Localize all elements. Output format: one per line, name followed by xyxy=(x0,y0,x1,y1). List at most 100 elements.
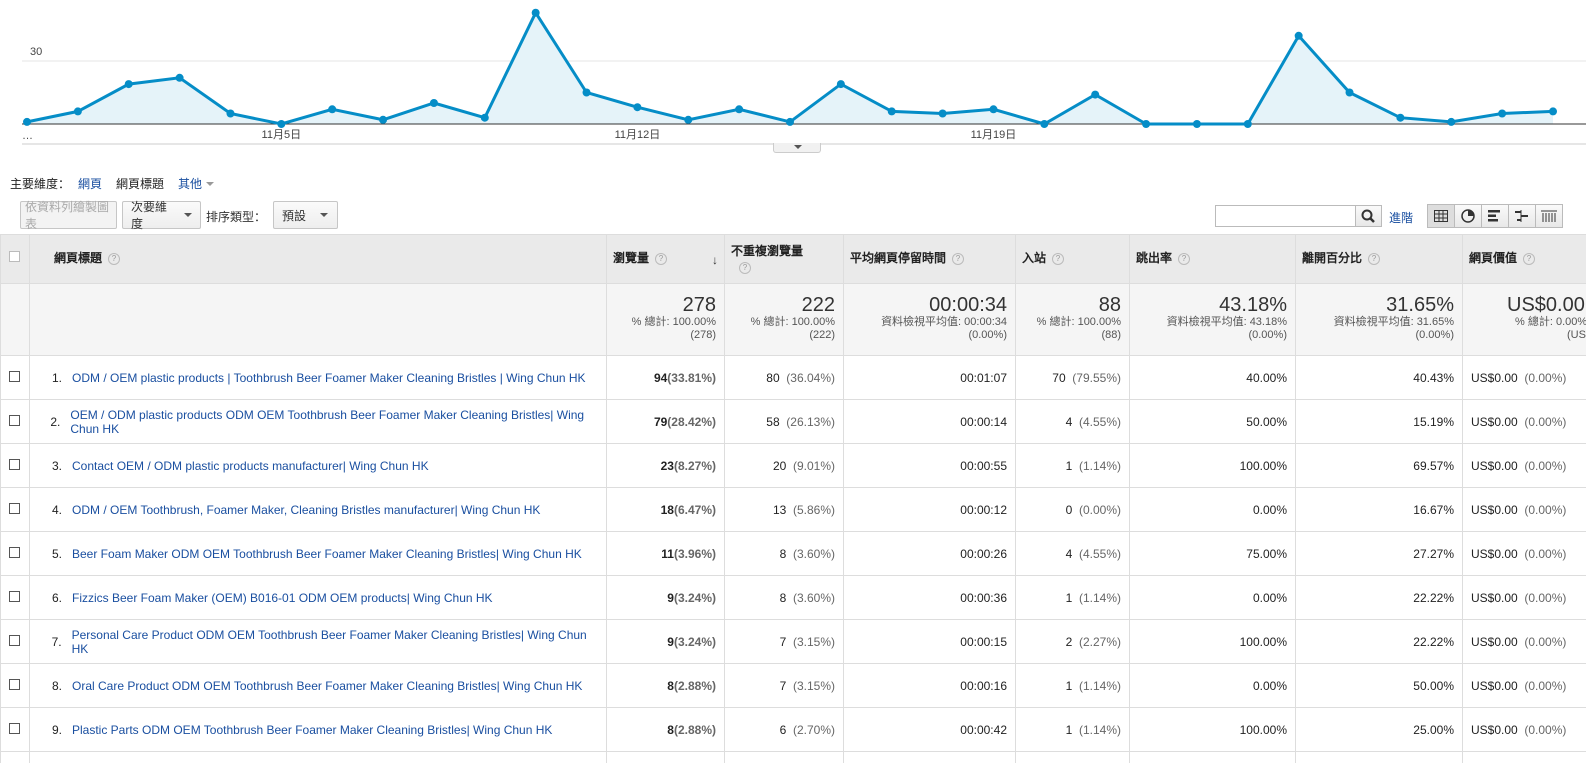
page-title-link[interactable]: Fizzics Beer Foam Maker (OEM) B016-01 OD… xyxy=(72,591,493,605)
row-checkbox[interactable] xyxy=(9,414,20,426)
data-point[interactable] xyxy=(480,113,489,122)
help-icon[interactable]: ? xyxy=(1178,252,1191,265)
col-header-exit-rate[interactable]: 離開百分比? xyxy=(1295,234,1463,284)
dimension-option-page[interactable]: 網頁 xyxy=(78,175,102,192)
row-avg-time: 00:00:42 xyxy=(843,707,1016,752)
row-checkbox[interactable] xyxy=(9,590,20,602)
row-checkbox[interactable] xyxy=(9,634,20,646)
page-title-link[interactable]: Oral Care Product ODM OEM Toothbrush Bee… xyxy=(72,679,582,693)
view-table-button[interactable] xyxy=(1427,204,1455,228)
data-point[interactable] xyxy=(124,80,133,89)
unique-pageviews-value: 13 xyxy=(772,502,787,517)
help-icon[interactable]: ? xyxy=(952,252,965,265)
view-pie-button[interactable] xyxy=(1454,204,1482,228)
data-point[interactable] xyxy=(1192,120,1201,128)
help-icon[interactable]: ? xyxy=(1368,252,1381,265)
data-point[interactable] xyxy=(786,117,794,126)
table-search-input[interactable] xyxy=(1215,205,1356,227)
help-icon[interactable]: ? xyxy=(1052,252,1065,265)
data-point[interactable] xyxy=(429,99,438,107)
data-point[interactable] xyxy=(1447,117,1456,126)
data-point[interactable] xyxy=(277,120,286,128)
data-point[interactable] xyxy=(73,107,82,116)
col-header-bounce-rate[interactable]: 跳出率? xyxy=(1129,234,1296,284)
data-point[interactable] xyxy=(1142,120,1151,128)
col-header-page-title[interactable]: 網頁標題? xyxy=(29,234,607,284)
data-point[interactable] xyxy=(531,8,540,17)
total-value: 88 xyxy=(1098,294,1121,316)
row-checkbox[interactable] xyxy=(9,722,20,734)
row-index: 2. xyxy=(50,414,61,429)
entrances-value: 4 xyxy=(1065,546,1073,561)
page-title-link[interactable]: Personal Care Product ODM OEM Toothbrush… xyxy=(72,628,598,656)
row-index: 6. xyxy=(51,590,62,605)
data-point[interactable] xyxy=(938,109,947,118)
entrances-value: 1 xyxy=(1065,458,1073,473)
page-title-link[interactable]: Plastic Parts ODM OEM Toothbrush Beer Fo… xyxy=(72,723,552,737)
view-bar-button[interactable] xyxy=(1481,204,1509,228)
total-sub: (0.00%) xyxy=(1248,329,1287,341)
col-header-avg-time[interactable]: 平均網頁停留時間? xyxy=(843,234,1016,284)
chart-collapse-toggle[interactable] xyxy=(773,143,821,153)
data-point[interactable] xyxy=(175,73,184,82)
pageviews-percent: (3.24%) xyxy=(673,590,716,605)
total-bounce-rate: 43.18% 資料檢視平均值: 43.18% (0.00%) xyxy=(1129,283,1296,356)
data-point[interactable] xyxy=(836,80,845,89)
advanced-filter-link[interactable]: 進階 xyxy=(1389,209,1413,226)
data-point[interactable] xyxy=(1243,120,1252,128)
row-checkbox[interactable] xyxy=(9,546,20,558)
unique-pageviews-percent: (5.86%) xyxy=(792,502,835,517)
secondary-dimension-button[interactable]: 次要維度 xyxy=(122,200,201,231)
page-title-link[interactable]: OEM / ODM plastic products ODM OEM Tooth… xyxy=(70,408,598,436)
data-point[interactable] xyxy=(379,115,388,124)
data-point[interactable] xyxy=(684,115,693,124)
pageviews-percent: (2.88%) xyxy=(673,678,716,693)
help-icon[interactable]: ? xyxy=(108,252,121,265)
page-title-link[interactable]: Contact OEM / ODM plastic products manuf… xyxy=(72,459,429,473)
data-point[interactable] xyxy=(1040,120,1049,128)
data-point[interactable] xyxy=(1549,107,1557,116)
select-all-checkbox[interactable] xyxy=(9,251,20,262)
dimension-more-dropdown[interactable]: 其他 xyxy=(178,175,215,192)
page-title-link[interactable]: ODM / OEM plastic products | Toothbrush … xyxy=(72,371,586,385)
totals-row: 278% 總計: 100.00% (278) 222% 總計: 100.00% (2… xyxy=(0,283,1586,356)
col-header-pageviews[interactable]: 瀏覽量? ↓ xyxy=(606,234,725,284)
page-value-value: US$0.00 xyxy=(1471,546,1518,561)
table-row: 2. OEM / ODM plastic products ODM OEM Too… xyxy=(0,399,1586,444)
help-icon[interactable]: ? xyxy=(1523,252,1536,265)
row-entrances: 1 (1.14%) xyxy=(1015,575,1130,620)
data-point[interactable] xyxy=(989,105,998,114)
view-pivot-button[interactable] xyxy=(1535,204,1563,228)
row-page-value: US$0.00 (0.00%) xyxy=(1462,355,1586,400)
plot-rows-button[interactable]: 依資料列繪製圖表 xyxy=(20,200,117,231)
col-header-page-value[interactable]: 網頁價值? xyxy=(1462,234,1586,284)
row-unique-pageviews: 8 (3.60%) xyxy=(724,575,844,620)
data-point[interactable] xyxy=(23,117,31,126)
sort-type-dropdown[interactable]: 預設 xyxy=(273,201,338,229)
row-checkbox[interactable] xyxy=(9,502,20,514)
data-point[interactable] xyxy=(1498,109,1507,118)
page-title-link[interactable]: ODM / OEM Toothbrush, Foamer Maker, Clea… xyxy=(72,503,540,517)
data-point[interactable] xyxy=(582,88,591,97)
row-checkbox[interactable] xyxy=(9,370,20,382)
unique-pageviews-percent: (2.70%) xyxy=(792,722,835,737)
data-point[interactable] xyxy=(735,105,744,114)
col-header-unique-pageviews[interactable]: 不重複瀏覽量? xyxy=(724,234,844,284)
view-comparison-button[interactable] xyxy=(1508,204,1536,228)
data-point[interactable] xyxy=(226,109,235,118)
col-header-entrances[interactable]: 入站? xyxy=(1015,234,1130,284)
page-title-link[interactable]: Beer Foam Maker ODM OEM Toothbrush Beer … xyxy=(72,547,582,561)
row-checkbox[interactable] xyxy=(9,678,20,690)
data-point[interactable] xyxy=(633,103,642,112)
search-button[interactable] xyxy=(1355,205,1382,227)
help-icon[interactable]: ? xyxy=(655,252,668,265)
row-bounce-rate: 100.00% xyxy=(1129,707,1296,752)
help-icon[interactable]: ? xyxy=(739,261,751,274)
data-point[interactable] xyxy=(887,107,896,116)
data-point[interactable] xyxy=(1294,31,1303,40)
data-point[interactable] xyxy=(1396,113,1405,122)
data-point[interactable] xyxy=(328,105,337,114)
row-checkbox[interactable] xyxy=(9,458,20,470)
data-point[interactable] xyxy=(1345,88,1354,97)
data-point[interactable] xyxy=(1091,90,1100,99)
